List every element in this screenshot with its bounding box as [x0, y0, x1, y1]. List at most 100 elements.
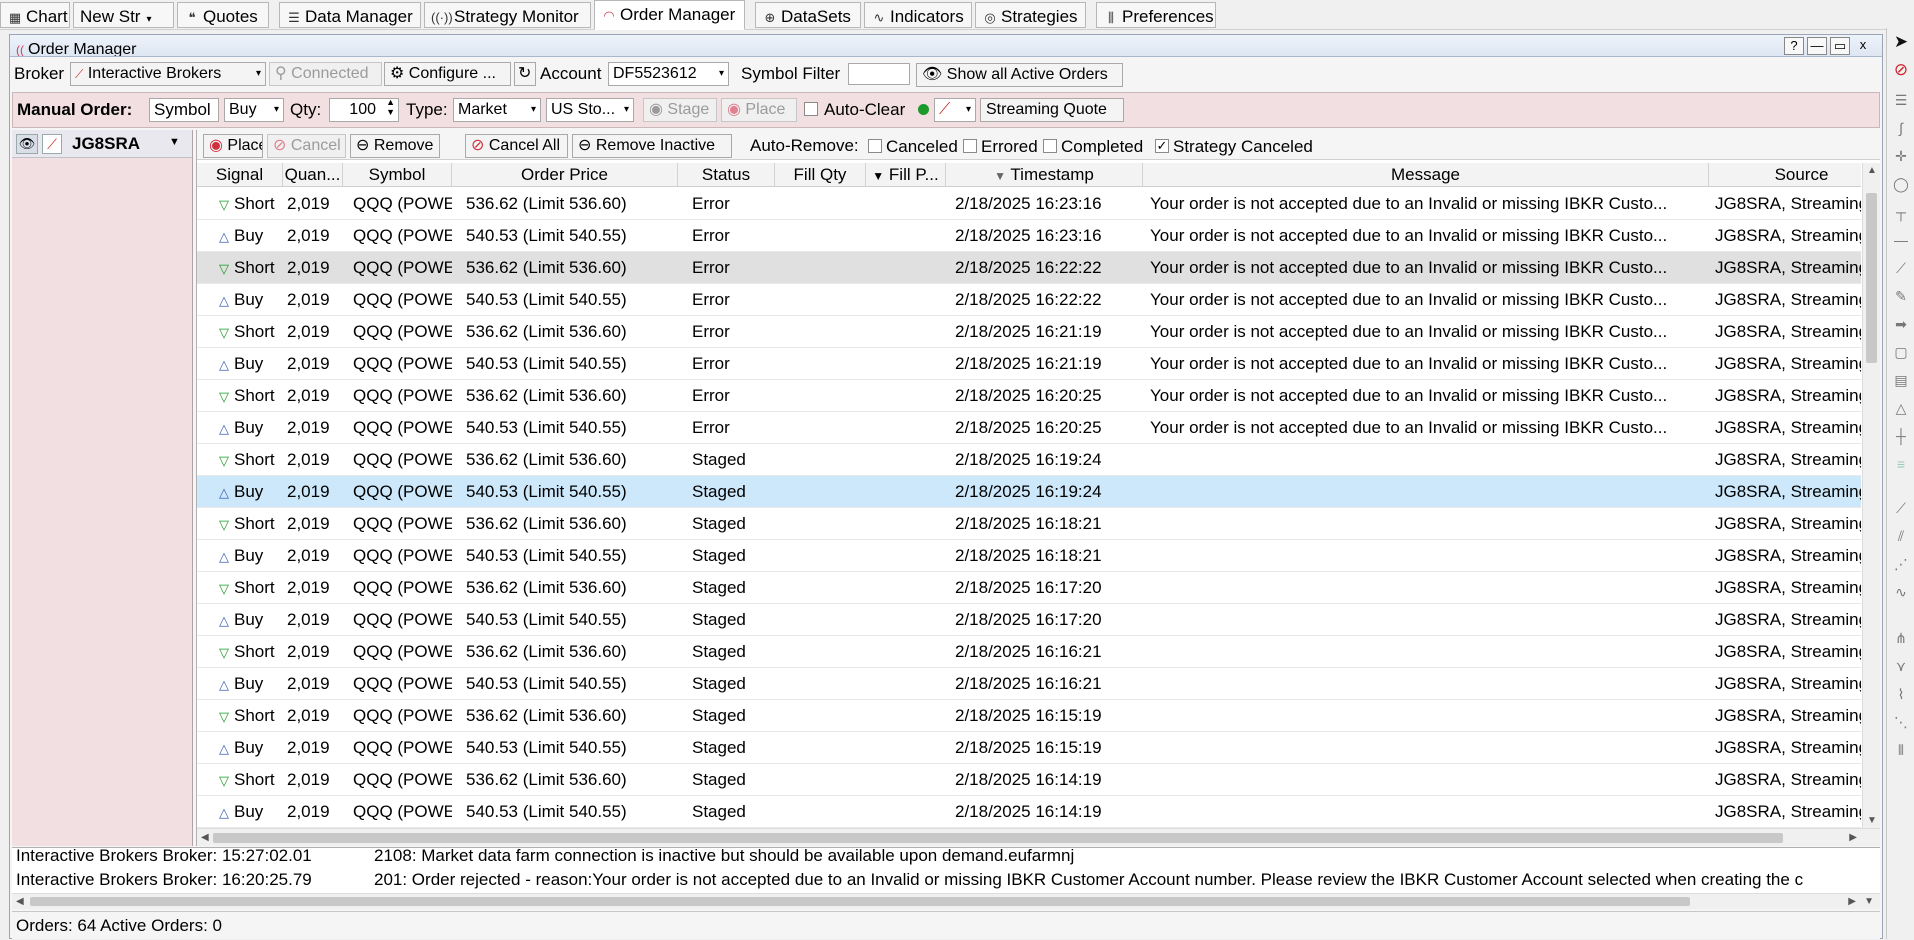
vertical-scrollbar[interactable]: ▲ ▼	[1862, 163, 1880, 828]
horizontal-scrollbar[interactable]: ◀ ▶	[197, 828, 1880, 846]
scroll-down-icon[interactable]: ▼	[1864, 896, 1874, 907]
table-row[interactable]: △ Buy 2,019 QQQ (POWE 540.53 (Limit 540.55) E…	[197, 220, 1861, 252]
lasso-icon[interactable]: ◯	[1891, 174, 1911, 194]
table-row[interactable]: △ Buy 2,019 QQQ (POWE 540.53 (Limit 540.55) S…	[197, 796, 1861, 828]
vertical-line-icon[interactable]: ┬	[1891, 202, 1911, 222]
column-header-timestamp[interactable]: ▼ Timestamp	[946, 163, 1143, 187]
symbol-input[interactable]	[149, 98, 219, 122]
table-row[interactable]: △ Buy 2,019 QQQ (POWE 540.53 (Limit 540.55) E…	[197, 412, 1861, 444]
table-row[interactable]: △ Buy 2,019 QQQ (POWE 540.53 (Limit 540.55) S…	[197, 732, 1861, 764]
chevron-down-icon[interactable]: ▼	[169, 136, 180, 148]
eye-icon[interactable]: 👁	[16, 134, 38, 154]
tab-order-manager[interactable]: ◠ Order Manager	[594, 0, 745, 30]
order-type-select[interactable]: Market ▾	[453, 98, 541, 122]
qty-stepper[interactable]: 100 ▲ ▼	[329, 98, 399, 122]
tab-strategy-monitor[interactable]: ((·))Strategy Monitor	[424, 2, 591, 28]
table-row[interactable]: ▽ Short 2,019 QQQ (POWE 536.62 (Limit 536.60…	[197, 700, 1861, 732]
table-row[interactable]: ▽ Short 2,019 QQQ (POWE 536.62 (Limit 536.60…	[197, 508, 1861, 540]
column-header-status[interactable]: Status	[678, 163, 775, 187]
scroll-right-icon[interactable]: ▶	[1848, 896, 1856, 907]
errored-checkbox[interactable]	[963, 139, 977, 153]
table-row[interactable]: ▽ Short 2,019 QQQ (POWE 536.62 (Limit 536.60…	[197, 188, 1861, 220]
tab-strategies[interactable]: ◎ Strategies	[975, 2, 1086, 28]
crosshair-icon[interactable]: ✛	[1891, 146, 1911, 166]
horizontal-line-icon[interactable]: —	[1891, 230, 1911, 250]
tab-indicators[interactable]: ∿ Indicators	[864, 2, 972, 28]
tab-new-strategy[interactable]: New Str ▾	[73, 2, 174, 28]
auto-clear-checkbox[interactable]	[804, 102, 818, 116]
arrow-icon[interactable]: ➡	[1891, 314, 1911, 334]
remove-inactive-button[interactable]: ⊖ Remove Inactive	[572, 134, 732, 158]
tab-datasets[interactable]: ⊕ DataSets	[755, 2, 861, 28]
pattern-icon[interactable]: ⋰	[1891, 554, 1911, 574]
gann-icon[interactable]: ⋎	[1891, 656, 1911, 676]
table-row[interactable]: ▽ Short 2,019 QQQ (POWE 536.62 (Limit 536.60…	[197, 380, 1861, 412]
quote-source-select[interactable]: ⟋ ▾	[934, 98, 976, 122]
column-header-order-price[interactable]: Order Price	[452, 163, 678, 187]
regression-icon[interactable]: ⋱	[1891, 712, 1911, 732]
log-horizontal-scrollbar[interactable]: ◀ ▶ ▼	[12, 893, 1880, 909]
column-header-quantity[interactable]: Quan...	[283, 163, 343, 187]
column-header-signal[interactable]: Signal	[197, 163, 283, 187]
layers-icon[interactable]: ☰	[1891, 90, 1911, 110]
scroll-left-icon[interactable]: ◀	[16, 896, 24, 907]
curve-icon[interactable]: ∫	[1891, 118, 1911, 138]
strategy-list-item[interactable]: 👁 ⟋ JG8SRA ▼	[12, 130, 192, 158]
scroll-down-icon[interactable]: ▼	[1867, 815, 1877, 826]
tab-chart[interactable]: ▦ Chart	[0, 2, 70, 28]
column-header-source[interactable]: Source	[1709, 163, 1880, 187]
canceled-checkbox[interactable]	[868, 139, 882, 153]
market-select[interactable]: US Sto... ▾	[546, 98, 634, 122]
table-row[interactable]: △ Buy 2,019 QQQ (POWE 540.53 (Limit 540.55) E…	[197, 284, 1861, 316]
no-entry-icon[interactable]: ⊘	[1891, 60, 1911, 80]
pin-icon[interactable]: ┼	[1891, 426, 1911, 446]
fib-icon[interactable]: ≡	[1891, 454, 1911, 474]
streaming-quote-button[interactable]: Streaming Quote	[980, 98, 1124, 122]
table-row[interactable]: △ Buy 2,019 QQQ (POWE 540.53 (Limit 540.55) S…	[197, 476, 1861, 508]
connected-button[interactable]: ⚲ Connected	[269, 62, 382, 86]
trend-line-icon[interactable]: ⟋	[1891, 258, 1911, 278]
show-all-active-orders-button[interactable]: 👁 Show all Active Orders	[916, 63, 1123, 87]
column-header-fill-price[interactable]: ▼ Fill P...	[866, 163, 946, 187]
maximize-button[interactable]: ▭	[1830, 37, 1850, 55]
rectangle-icon[interactable]: ▢	[1891, 342, 1911, 362]
stage-button[interactable]: ◉ Stage	[643, 98, 717, 122]
pencil-icon[interactable]: ✎	[1891, 286, 1911, 306]
close-button[interactable]: x	[1853, 37, 1873, 55]
table-row[interactable]: △ Buy 2,019 QQQ (POWE 540.53 (Limit 540.55) S…	[197, 668, 1861, 700]
strategy-canceled-checkbox[interactable]: ✓	[1155, 139, 1169, 153]
pitchfork-icon[interactable]: ⋔	[1891, 628, 1911, 648]
scroll-thumb[interactable]	[1866, 193, 1877, 363]
help-button[interactable]: ?	[1784, 37, 1804, 55]
triangle-icon[interactable]: △	[1891, 398, 1911, 418]
text-note-icon[interactable]: ▤	[1891, 370, 1911, 390]
table-row[interactable]: ▽ Short 2,019 QQQ (POWE 536.62 (Limit 536.60…	[197, 572, 1861, 604]
scroll-right-icon[interactable]: ▶	[1849, 832, 1857, 843]
broker-select[interactable]: ⟋ Interactive Brokers ▾	[70, 62, 266, 86]
parallel-icon[interactable]: ⫽	[1891, 526, 1911, 546]
table-row[interactable]: △ Buy 2,019 QQQ (POWE 540.53 (Limit 540.55) E…	[197, 348, 1861, 380]
account-select[interactable]: DF5523612 ▾	[608, 62, 729, 86]
minimize-button[interactable]: —	[1807, 37, 1827, 55]
channel-icon[interactable]: ⟋	[1891, 498, 1911, 518]
table-row[interactable]: ▽ Short 2,019 QQQ (POWE 536.62 (Limit 536.60…	[197, 316, 1861, 348]
table-row[interactable]: △ Buy 2,019 QQQ (POWE 540.53 (Limit 540.55) S…	[197, 540, 1861, 572]
grid-place-button[interactable]: ◉ Place	[203, 134, 263, 158]
refresh-account-button[interactable]: ↻	[514, 62, 536, 86]
scroll-left-icon[interactable]: ◀	[201, 832, 209, 843]
tab-quotes[interactable]: ❝ Quotes	[177, 2, 269, 28]
column-header-symbol[interactable]: Symbol	[343, 163, 452, 187]
grid-cancel-button[interactable]: ⊘ Cancel	[267, 134, 346, 158]
table-row[interactable]: ▽ Short 2,019 QQQ (POWE 536.62 (Limit 536.60…	[197, 636, 1861, 668]
cancel-all-button[interactable]: ⊘ Cancel All	[465, 134, 568, 158]
symbol-filter-input[interactable]	[848, 63, 910, 85]
configure-button[interactable]: ⚙ Configure ...	[384, 62, 511, 86]
cycle-icon[interactable]: ⌇	[1891, 684, 1911, 704]
scroll-thumb[interactable]	[30, 897, 1690, 906]
completed-checkbox[interactable]	[1043, 139, 1057, 153]
bars-icon[interactable]: ⦀	[1891, 740, 1911, 760]
place-button[interactable]: ◉ Place	[721, 98, 797, 122]
side-select[interactable]: Buy ▾	[224, 98, 284, 122]
table-row[interactable]: ▽ Short 2,019 QQQ (POWE 536.62 (Limit 536.60…	[197, 764, 1861, 796]
tab-preferences[interactable]: ⫼ Preferences	[1096, 2, 1216, 28]
